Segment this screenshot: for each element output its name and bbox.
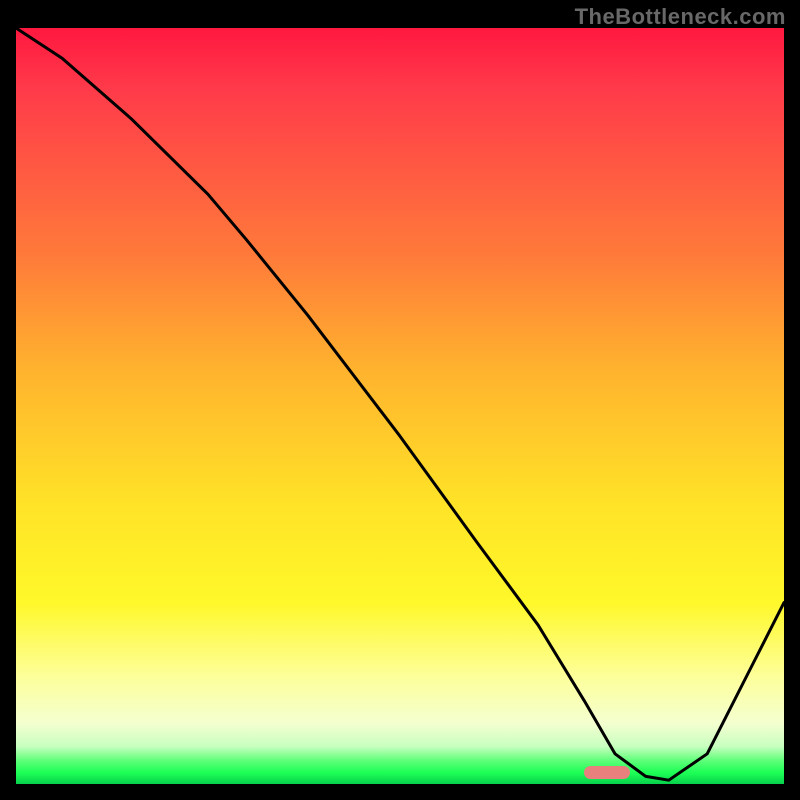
watermark-text: TheBottleneck.com: [575, 4, 786, 30]
curve-path: [16, 28, 784, 780]
plot-area: [16, 28, 784, 784]
chart-frame: TheBottleneck.com: [0, 0, 800, 800]
optimal-marker: [584, 766, 630, 780]
bottleneck-curve: [16, 28, 784, 784]
